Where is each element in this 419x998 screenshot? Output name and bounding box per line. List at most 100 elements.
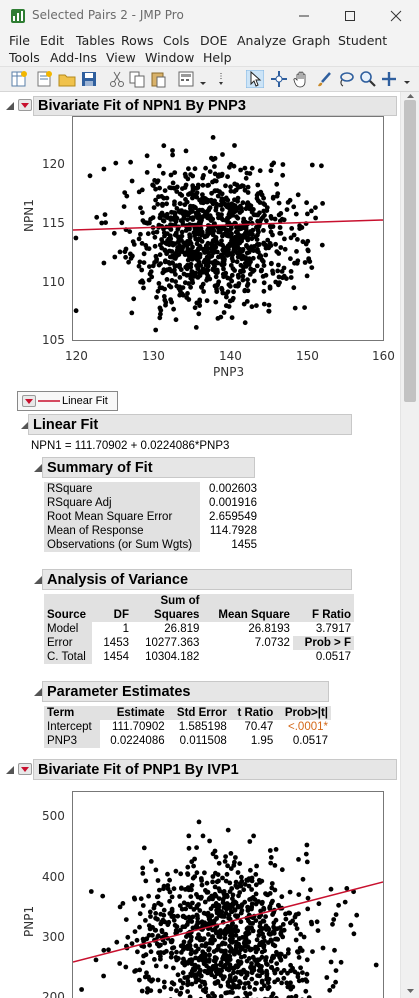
minimize-button[interactable]	[281, 0, 327, 32]
grabber-hand-icon[interactable]	[293, 70, 311, 88]
data-point	[219, 909, 225, 915]
arrow-tool-icon[interactable]	[246, 70, 264, 88]
data-point	[240, 247, 246, 252]
anova-df: 1	[122, 623, 129, 635]
data-point	[235, 215, 241, 221]
open-folder-icon[interactable]	[58, 70, 76, 88]
cut-icon[interactable]	[108, 70, 126, 88]
chevron-down-icon[interactable]	[199, 70, 207, 88]
data-point	[270, 232, 275, 238]
menu-analyze[interactable]: Analyze	[237, 33, 286, 48]
data-point	[196, 932, 201, 938]
menu-help[interactable]: Help	[203, 50, 232, 65]
data-point	[253, 980, 259, 986]
data-point	[148, 914, 153, 919]
data-point	[185, 871, 190, 876]
data-point	[242, 320, 248, 326]
data-point	[169, 299, 174, 305]
red-triangle-menu-icon[interactable]	[18, 99, 32, 111]
disclosure-triangle-icon[interactable]	[5, 765, 15, 775]
menu-rows[interactable]: Rows	[121, 33, 154, 48]
toolbar-overflow-icon[interactable]	[401, 70, 413, 88]
menu-addins[interactable]: Add-Ins	[50, 50, 97, 65]
red-triangle-menu-icon[interactable]	[18, 763, 32, 775]
maximize-button[interactable]	[327, 0, 373, 32]
menu-doe[interactable]: DOE	[200, 33, 227, 48]
data-point	[273, 847, 279, 852]
lasso-tool-icon[interactable]	[337, 70, 355, 88]
data-point	[243, 175, 249, 181]
brush-tool-icon[interactable]	[315, 70, 333, 88]
data-point	[157, 185, 162, 191]
legend-label: Linear Fit	[62, 395, 108, 407]
magnifier-icon[interactable]	[359, 70, 377, 88]
scatterplot-npn1-by-pnp3[interactable]	[72, 117, 384, 340]
data-point	[216, 172, 222, 178]
calculator-dropdown-icon[interactable]	[177, 70, 195, 88]
menu-window[interactable]: Window	[145, 50, 194, 65]
save-icon[interactable]	[80, 70, 98, 88]
plus-tool-icon[interactable]	[380, 70, 398, 88]
data-point	[242, 165, 248, 171]
copy-icon[interactable]	[128, 70, 146, 88]
menu-cols[interactable]: Cols	[163, 33, 189, 48]
new-data-table-icon[interactable]	[10, 70, 28, 88]
data-point	[93, 957, 99, 963]
data-point	[207, 169, 213, 174]
data-point	[273, 241, 278, 247]
data-point	[88, 889, 94, 894]
data-point	[281, 968, 287, 973]
linear-fit-legend[interactable]: Linear Fit	[17, 391, 118, 411]
data-point	[314, 919, 320, 925]
data-point	[251, 833, 256, 839]
data-point	[171, 965, 176, 971]
disclosure-triangle-icon[interactable]	[5, 101, 15, 111]
data-point	[192, 273, 198, 279]
scatterplot-frame[interactable]	[72, 116, 384, 341]
close-button[interactable]	[373, 0, 419, 32]
menu-tools[interactable]: Tools	[9, 50, 40, 65]
data-point	[232, 859, 237, 865]
toolbar-options-icon[interactable]	[217, 70, 231, 88]
data-point	[151, 205, 157, 210]
data-point	[253, 944, 258, 950]
data-point	[144, 170, 150, 175]
scatterplot-pnp1-by-ivp1[interactable]	[72, 792, 384, 998]
data-point	[176, 239, 181, 245]
scroll-down-icon[interactable]	[406, 987, 415, 995]
crosshair-tool-icon[interactable]	[270, 70, 288, 88]
menu-file[interactable]: File	[9, 33, 30, 48]
data-point	[73, 235, 79, 241]
data-point	[137, 977, 142, 983]
data-point	[221, 258, 227, 264]
data-point	[216, 878, 221, 884]
data-point	[295, 192, 301, 198]
menu-student[interactable]: Student	[338, 33, 387, 48]
data-point	[220, 940, 226, 946]
menu-edit[interactable]: Edit	[40, 33, 64, 48]
data-point	[203, 233, 209, 239]
paste-icon[interactable]	[149, 70, 167, 88]
data-point	[300, 876, 306, 882]
data-point	[192, 305, 198, 311]
red-triangle-menu-icon[interactable]	[22, 395, 36, 407]
data-point	[233, 928, 238, 934]
data-point	[185, 901, 191, 907]
data-point	[180, 914, 186, 919]
scroll-up-icon[interactable]	[406, 92, 415, 100]
data-point	[192, 166, 198, 172]
vertical-scrollbar[interactable]	[400, 92, 419, 998]
new-script-icon[interactable]	[35, 70, 53, 88]
data-point	[305, 248, 311, 254]
menu-tables[interactable]: Tables	[76, 33, 115, 48]
data-point	[305, 211, 310, 217]
data-point	[160, 239, 165, 245]
scrollbar-thumb[interactable]	[404, 100, 416, 402]
data-point	[223, 183, 228, 189]
menu-view[interactable]: View	[106, 50, 136, 65]
data-point	[153, 963, 159, 969]
menu-graph[interactable]: Graph	[292, 33, 330, 48]
data-point	[167, 185, 172, 190]
scatterplot-frame[interactable]	[72, 791, 384, 998]
data-point	[231, 163, 237, 169]
